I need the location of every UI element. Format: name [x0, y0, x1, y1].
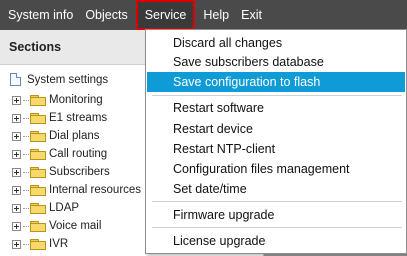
tree-item-label: LDAP	[49, 202, 80, 214]
tree-root-system-settings[interactable]: System settings	[10, 73, 108, 86]
top-menu-bar: System info Objects Service Help Exit	[0, 0, 407, 30]
folder-icon	[30, 184, 46, 196]
menu-item-license-upgrade[interactable]: License upgrade	[147, 231, 405, 251]
menu-item-save-configuration-to-flash[interactable]: Save configuration to flash	[147, 72, 405, 92]
menu-item-discard-all-changes[interactable]: Discard all changes	[147, 33, 405, 53]
tree-item-monitoring[interactable]: Monitoring	[12, 92, 103, 108]
menu-service[interactable]: Service	[135, 0, 196, 30]
folder-icon	[30, 166, 46, 178]
menu-separator	[152, 201, 402, 202]
menu-separator	[152, 95, 402, 96]
tree-item-call-routing[interactable]: Call routing	[12, 146, 107, 162]
tree-item-ivr[interactable]: IVR	[12, 236, 68, 252]
folder-icon	[30, 94, 46, 106]
menu-system-info[interactable]: System info	[0, 0, 79, 30]
menu-item-restart-software[interactable]: Restart software	[147, 98, 405, 118]
expand-plus-icon[interactable]	[12, 149, 21, 159]
tree-item-internal-resources[interactable]: Internal resources	[12, 182, 141, 198]
folder-icon	[30, 202, 46, 214]
menu-objects[interactable]: Objects	[79, 0, 133, 30]
folder-icon	[30, 112, 46, 124]
menu-item-set-date-time[interactable]: Set date/time	[147, 179, 405, 199]
expand-plus-icon[interactable]	[12, 185, 21, 195]
tree-item-ldap[interactable]: LDAP	[12, 200, 79, 216]
tree-item-label: E1 streams	[49, 112, 108, 124]
folder-icon	[30, 220, 46, 232]
expand-plus-icon[interactable]	[12, 203, 21, 213]
menu-item-configuration-files-management[interactable]: Configuration files management	[147, 159, 405, 179]
expand-plus-icon[interactable]	[12, 95, 21, 105]
menu-help[interactable]: Help	[197, 0, 235, 30]
folder-icon	[30, 130, 46, 142]
tree-root-label: System settings	[27, 73, 109, 86]
expand-plus-icon[interactable]	[12, 113, 21, 123]
menu-item-restart-device[interactable]: Restart device	[147, 119, 405, 139]
expand-plus-icon[interactable]	[12, 131, 21, 141]
tree-item-label: Dial plans	[49, 130, 100, 142]
tree-item-dial-plans[interactable]: Dial plans	[12, 128, 100, 144]
tree-item-label: Internal resources	[49, 184, 142, 196]
tree-item-label: IVR	[49, 238, 69, 250]
document-icon	[10, 73, 21, 86]
expand-plus-icon[interactable]	[12, 167, 21, 177]
menu-separator	[152, 227, 402, 228]
menu-item-save-subscribers-database[interactable]: Save subscribers database	[147, 52, 405, 72]
menu-item-restart-ntp-client[interactable]: Restart NTP-client	[147, 139, 405, 159]
tree-item-label: Voice mail	[49, 220, 102, 232]
expand-plus-icon[interactable]	[12, 221, 21, 231]
folder-icon	[30, 148, 46, 160]
menu-exit[interactable]: Exit	[235, 0, 268, 30]
tree-item-e1-streams[interactable]: E1 streams	[12, 110, 107, 126]
expand-plus-icon[interactable]	[12, 239, 21, 249]
tree-item-label: Subscribers	[49, 166, 110, 178]
service-dropdown-menu: Discard all changes Save subscribers dat…	[145, 29, 407, 254]
tree-item-label: Monitoring	[49, 94, 103, 106]
tree-item-voice-mail[interactable]: Voice mail	[12, 218, 101, 234]
tree-item-subscribers[interactable]: Subscribers	[12, 164, 110, 180]
folder-icon	[30, 238, 46, 250]
tree-item-label: Call routing	[49, 148, 108, 160]
menu-item-firmware-upgrade[interactable]: Firmware upgrade	[147, 205, 405, 225]
